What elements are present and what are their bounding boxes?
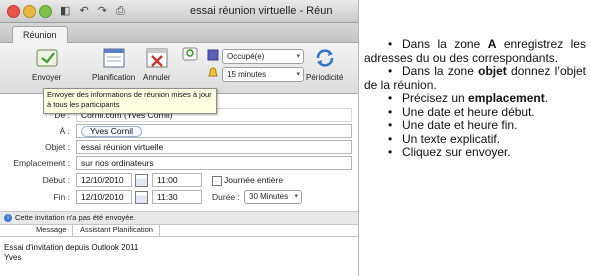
bullet: • [388,37,393,51]
bullet: • [388,145,393,159]
list-item: • Dans la zone A enregistrez les adresse… [364,37,586,65]
quick-access-toolbar-icons[interactable]: ◧ ↶ ↷ ⎙ [60,4,128,18]
address-book-icon[interactable] [182,47,198,61]
cancel-label: Annuler [143,73,171,82]
location-label: Emplacement : [13,158,70,168]
to-field[interactable]: Yves Cornil [76,124,352,138]
bullet: • [388,131,393,146]
subject-label: Objet : [44,142,70,152]
start-date-field[interactable]: 12/10/2010 [76,173,132,187]
title-bar: ◧ ↶ ↷ ⎙ essai réunion virtuelle - Réun [0,0,358,23]
chevron-down-icon: ▾ [296,71,300,78]
cancel-button[interactable]: Annuler [143,47,171,82]
bullet: • [388,64,393,78]
send-label: Envoyer [32,73,62,82]
info-icon: i [4,214,12,222]
planning-label: Planification [92,73,136,82]
show-as-value: Occupé(e) [227,52,265,61]
close-window-button[interactable] [7,5,20,18]
message-body-line: Essai d'invitation depuis Outlook 2011 [4,243,139,252]
chevron-down-icon: ▾ [296,53,300,60]
list-item: • Un texte explicatif. [388,131,501,146]
chevron-down-icon: ▾ [294,193,298,200]
planning-button[interactable]: Planification [92,47,135,82]
message-body-line: Yves [4,253,22,262]
tab-scheduling-assistant[interactable]: Assistant Planification [74,224,160,236]
recipient-token[interactable]: Yves Cornil [81,126,142,137]
location-field[interactable]: sur nos ordinateurs [76,156,352,170]
end-date-field[interactable]: 12/10/2010 [76,190,132,204]
send-button[interactable]: Envoyer [32,47,61,82]
calendar-icon[interactable] [135,191,148,204]
bell-icon [208,67,218,77]
subject-field[interactable]: essai réunion virtuelle [76,140,352,154]
duration-label: Durée : [212,192,240,202]
bullet: • [388,104,393,119]
show-as-select[interactable]: Occupé(e) ▾ [222,49,304,64]
sub-tab-bar: Message Assistant Planification [0,224,358,237]
tab-message[interactable]: Message [30,224,74,236]
send-icon [36,49,58,67]
all-day-label: Journée entière [224,175,284,185]
instructions-list: • Dans la zone A enregistrez les adresse… [364,37,586,160]
start-label: Début : [42,175,70,185]
ribbon: Envoyer Planification Annuler Occupé(e) … [0,43,358,94]
info-bar-text: Cette invitation n'a pas été envoyée. [15,213,136,222]
ribbon-tab-bar: Réunion [0,23,358,43]
duration-select[interactable]: 30 Minutes ▾ [244,190,302,204]
list-item: • Cliquez sur envoyer. [388,145,511,159]
bullet: • [388,118,393,132]
list-item: • Précisez un emplacement. [388,91,549,105]
recurrence-button[interactable]: Périodicité [306,47,343,82]
end-label: Fin : [53,192,70,202]
message-body[interactable]: Essai d'invitation depuis Outlook 2011 Y… [4,243,138,263]
reminder-value: 15 minutes [227,70,267,79]
start-time-field[interactable]: 11:00 [152,173,202,187]
end-time-field[interactable]: 11:30 [152,190,202,204]
all-day-checkbox[interactable] [212,176,222,186]
outlook-meeting-window: ◧ ↶ ↷ ⎙ essai réunion virtuelle - Réun R… [0,0,359,276]
send-tooltip: Envoyer des informations de réunion mise… [43,88,217,114]
list-item: • Une date et heure fin. [388,118,518,132]
duration-value: 30 Minutes [249,192,289,201]
recurrence-label: Périodicité [306,73,344,82]
bullet: • [388,91,393,105]
recurrence-arrows-icon [316,49,333,67]
list-item: • Dans la zone objet donnez l’objet de l… [364,64,586,92]
tab-reunion[interactable]: Réunion [12,26,68,43]
calendar-icon[interactable] [135,174,148,187]
zoom-window-button[interactable] [39,5,52,18]
window-title: essai réunion virtuelle - Réun [190,5,333,17]
list-item: • Une date et heure début. [388,104,535,119]
cancel-meeting-icon [146,48,168,68]
show-as-color-icon [207,49,219,61]
calendar-planning-icon [103,48,125,68]
to-label: À : [59,126,70,136]
reminder-select[interactable]: 15 minutes ▾ [222,67,304,82]
info-bar: i Cette invitation n'a pas été envoyée. [0,211,358,225]
minimize-window-button[interactable] [23,5,36,18]
